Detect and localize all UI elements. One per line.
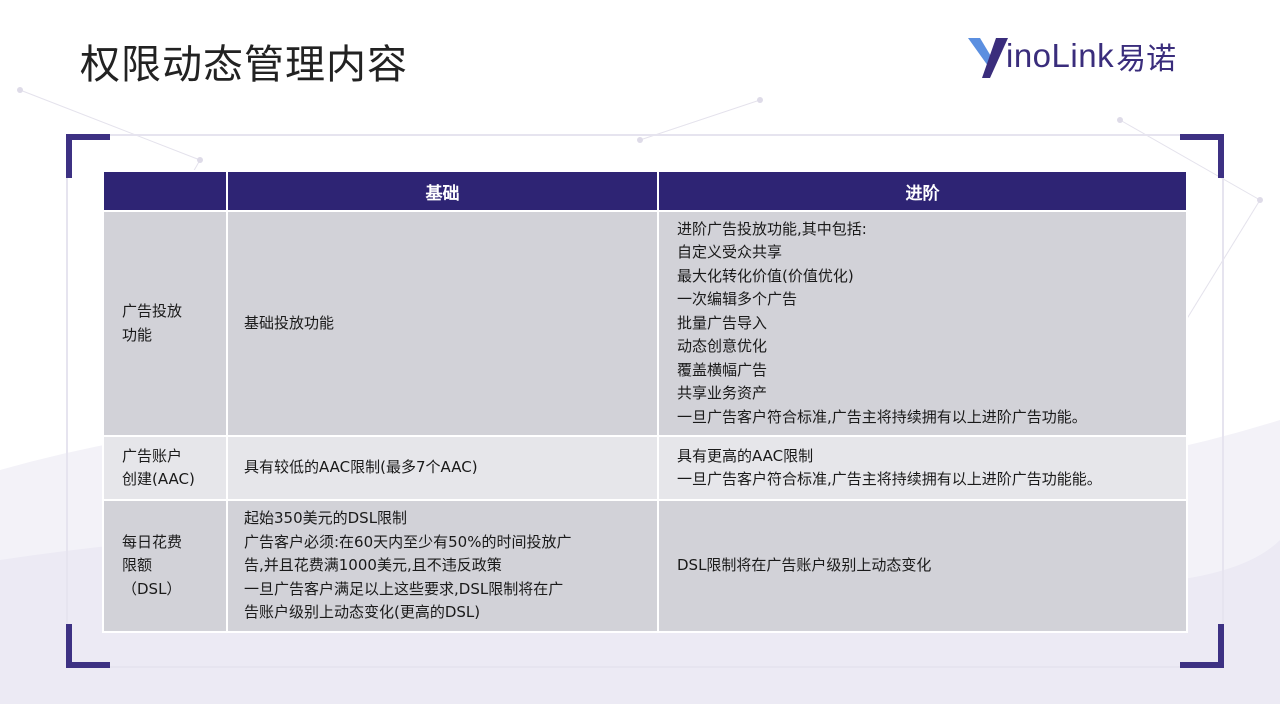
header-empty: [102, 170, 228, 212]
brand-logo: inoLink 易诺: [966, 32, 1176, 80]
table-row: 每日花费 限额 （DSL） 起始350美元的DSL限制 广告客户必须:在60天内…: [102, 499, 1188, 633]
logo-text: inoLink: [1006, 37, 1115, 74]
basic-cell: 起始350美元的DSL限制 广告客户必须:在60天内至少有50%的时间投放广 告…: [226, 499, 659, 633]
basic-cell: 基础投放功能: [226, 210, 659, 437]
row-head-daily-spend-limit: 每日花费 限额 （DSL）: [102, 499, 228, 633]
advanced-cell: 进阶广告投放功能,其中包括: 自定义受众共享 最大化转化价值(价值优化) 一次编…: [657, 210, 1188, 437]
page-title: 权限动态管理内容: [80, 42, 408, 88]
row-head-ad-account-creation: 广告账户 创建(AAC): [102, 435, 228, 501]
advanced-cell: DSL限制将在广告账户级别上动态变化: [657, 499, 1188, 633]
header-advanced: 进阶: [657, 170, 1188, 212]
permission-table: 基础 进阶 广告投放 功能 基础投放功能 进阶广告投放功能,其中包括: 自定义受…: [102, 170, 1188, 633]
advanced-cell: 具有更高的AAC限制 一旦广告客户符合标准,广告主将持续拥有以上进阶广告功能能。: [657, 435, 1188, 501]
table-row: 广告投放 功能 基础投放功能 进阶广告投放功能,其中包括: 自定义受众共享 最大…: [102, 210, 1188, 437]
table-header-row: 基础 进阶: [102, 170, 1188, 212]
basic-cell: 具有较低的AAC限制(最多7个AAC): [226, 435, 659, 501]
yinolink-y-mark-icon: [968, 38, 1008, 78]
table-row: 广告账户 创建(AAC) 具有较低的AAC限制(最多7个AAC) 具有更高的AA…: [102, 435, 1188, 501]
logo-chinese-text: 易诺: [1116, 42, 1177, 77]
header-basic: 基础: [226, 170, 659, 212]
row-head-ad-delivery: 广告投放 功能: [102, 210, 228, 437]
